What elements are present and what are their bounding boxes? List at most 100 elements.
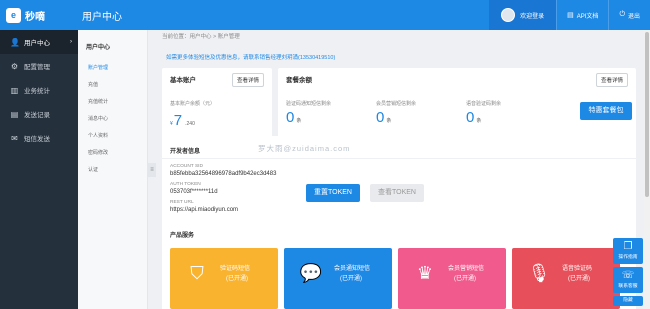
sidebar-item-user-center[interactable]: 👤 用户中心 › — [0, 30, 78, 54]
breadcrumb: 当前位置：用户中心 > 账户管理 — [162, 34, 240, 40]
contact-support-label: 联系客服 — [618, 284, 638, 289]
sidebar-item-label: 发送记录 — [24, 112, 50, 119]
submenu-item-account[interactable]: 账户管理 — [78, 60, 147, 77]
sidebar-item-statistics[interactable]: ▥ 业务统计 — [0, 78, 78, 102]
developer-title: 开发者信息 — [170, 149, 201, 155]
package-col-label: 语音验证码剩余 — [466, 101, 502, 107]
package-details-button[interactable]: 查看详情 — [596, 73, 629, 87]
brand-name: 秒嘀 — [25, 11, 45, 23]
submenu-item-messages[interactable]: 消息中心 — [78, 111, 147, 128]
sidebar-item-sms-send[interactable]: ✉ 短信发送 — [0, 126, 78, 150]
api-docs-label: API文档 — [576, 13, 599, 20]
sidebar-item-label: 业务统计 — [24, 88, 50, 95]
product-tile-notify-sms[interactable]: 💬 会员通知短信 (已开通) — [284, 248, 392, 309]
scrollbar-thumb[interactable] — [645, 32, 649, 197]
sidebar-item-label: 短信发送 — [24, 136, 50, 143]
divider — [162, 158, 636, 159]
logout-label: 退出 — [627, 13, 640, 20]
reset-token-button[interactable]: 重置TOKEN — [306, 184, 360, 202]
auth-token-value: 053703f*******11d — [170, 189, 218, 195]
brand-logo[interactable]: e 秒嘀 — [0, 7, 72, 23]
operation-guide-button[interactable]: ❐ 操作指南 — [613, 238, 643, 264]
avatar — [501, 8, 516, 22]
package-col-label: 会员营销短信剩余 — [376, 101, 417, 107]
logo-mark-icon: e — [6, 7, 21, 23]
product-tile-verify-sms[interactable]: ⛉ 验证码短信 (已开通) — [170, 248, 278, 309]
document-icon: ▤ — [10, 109, 19, 119]
product-tile-marketing-sms[interactable]: ♛ 会员营销短信 (已开通) — [398, 248, 506, 309]
submenu-item-profile[interactable]: 个人资料 — [78, 128, 147, 145]
product-state: (已开通) — [568, 276, 590, 282]
watermark-text: 罗大雨@zuidaima.com — [258, 144, 351, 153]
package-col-unit: 条 — [386, 118, 392, 124]
hide-float-button[interactable]: 隐藏 — [613, 296, 643, 306]
product-tile-voice-code[interactable]: 🎙 语音验证码 (已开通) — [512, 248, 620, 309]
gear-icon: ⚙ — [10, 61, 19, 71]
main-content: 当前位置：用户中心 > 账户管理 如需更多体验短信及优惠信息，请联系销售经理刘玥… — [158, 30, 644, 309]
product-state: (已开通) — [454, 276, 476, 282]
sidebar-item-label: 配置管理 — [24, 64, 50, 71]
send-icon: ✉ — [11, 133, 18, 143]
shield-icon: ⛉ — [190, 262, 204, 283]
basic-account-details-button[interactable]: 查看详情 — [232, 73, 265, 87]
balance-fraction: .240 — [185, 121, 195, 127]
sidebar-item-label: 用户中心 — [24, 40, 50, 47]
contact-support-button[interactable]: ☏ 联系客服 — [613, 267, 643, 293]
package-col-unit: 条 — [476, 118, 482, 124]
package-col-verify: 验证码通知短信剩余 0条 — [286, 100, 331, 126]
submenu-item-verification[interactable]: 认证 — [78, 162, 147, 179]
power-icon: ⏻ — [619, 11, 625, 18]
submenu-item-recharge[interactable]: 充值 — [78, 77, 147, 94]
product-name: 会员通知短信 — [334, 266, 371, 272]
chat-icon: 💬 — [299, 262, 323, 283]
collapse-handle[interactable]: ≡ — [148, 163, 156, 177]
balance-value: ¥ 7 .240 — [170, 112, 195, 129]
submenu-title: 用户中心 — [86, 45, 111, 51]
chart-icon: ▥ — [10, 85, 19, 95]
special-package-button[interactable]: 特惠套餐包 — [580, 102, 632, 120]
account-sid-value: b85febba32564896978adf9b42ec3d483 — [170, 171, 277, 177]
user-icon: 👤 — [10, 37, 20, 47]
api-docs-link[interactable]: ▤ API文档 — [556, 0, 608, 30]
view-token-button[interactable]: 查看TOKEN — [370, 184, 424, 202]
product-name: 语音验证码 — [562, 266, 593, 272]
submenu: 用户中心 账户管理 充值 充值统计 消息中心 个人资料 密码修改 认证 — [78, 30, 148, 309]
top-bar: e 秒嘀 用户中心 欢迎登录 ▤ API文档 ⏻ 退出 — [0, 0, 650, 30]
rest-url-value: https://api.miaodiyun.com — [170, 207, 239, 213]
chevron-right-icon: › — [70, 39, 72, 45]
submenu-item-password[interactable]: 密码修改 — [78, 145, 147, 162]
balance-label: 基本账户余额（元） — [170, 101, 216, 107]
book-icon: ❐ — [623, 241, 633, 252]
microphone-icon: 🎙 — [527, 262, 551, 283]
products-card: 产品服务 ⛉ 验证码短信 (已开通) 💬 会员通知短信 (已开通) ♛ 会员营销… — [162, 222, 636, 309]
rest-url-label: REST URL — [170, 200, 194, 205]
currency-symbol: ¥ — [170, 121, 173, 127]
package-col-label: 验证码通知短信剩余 — [286, 101, 332, 107]
package-col-value: 0 — [376, 109, 385, 126]
package-col-member-marketing: 会员营销短信剩余 0条 — [376, 100, 416, 126]
user-login-label: 欢迎登录 — [520, 13, 545, 20]
sidebar-item-send-records[interactable]: ▤ 发送记录 — [0, 102, 78, 126]
user-login-button[interactable]: 欢迎登录 — [489, 0, 557, 30]
package-col-value: 0 — [286, 109, 295, 126]
product-name: 会员营销短信 — [448, 266, 485, 272]
auth-token-label: AUTH TOKEN — [170, 182, 201, 187]
account-sid-label: ACCOUNT SID — [170, 164, 203, 169]
logout-button[interactable]: ⏻ 退出 — [608, 0, 650, 30]
headset-icon: ☏ — [621, 270, 635, 281]
submenu-item-recharge-stats[interactable]: 充值统计 — [78, 94, 147, 111]
page-title: 用户中心 — [82, 11, 122, 23]
product-state: (已开通) — [226, 276, 248, 282]
sidebar: 👤 用户中心 › ⚙ 配置管理 ▥ 业务统计 ▤ 发送记录 ✉ 短信发送 — [0, 30, 78, 309]
package-col-unit: 条 — [296, 118, 302, 124]
package-col-value: 0 — [466, 109, 475, 126]
notice-text: 如需更多体验短信及优惠信息，请联系销售经理刘玥涌(13530419510) — [166, 55, 336, 61]
sidebar-item-config[interactable]: ⚙ 配置管理 — [0, 54, 78, 78]
operation-guide-label: 操作指南 — [618, 255, 638, 260]
balance-main: 7 — [173, 112, 183, 129]
crown-icon: ♛ — [416, 262, 434, 283]
products-title: 产品服务 — [170, 233, 195, 239]
document-icon: ▤ — [567, 12, 574, 19]
package-col-voice: 语音验证码剩余 0条 — [466, 100, 501, 126]
product-name: 验证码短信 — [220, 266, 251, 272]
